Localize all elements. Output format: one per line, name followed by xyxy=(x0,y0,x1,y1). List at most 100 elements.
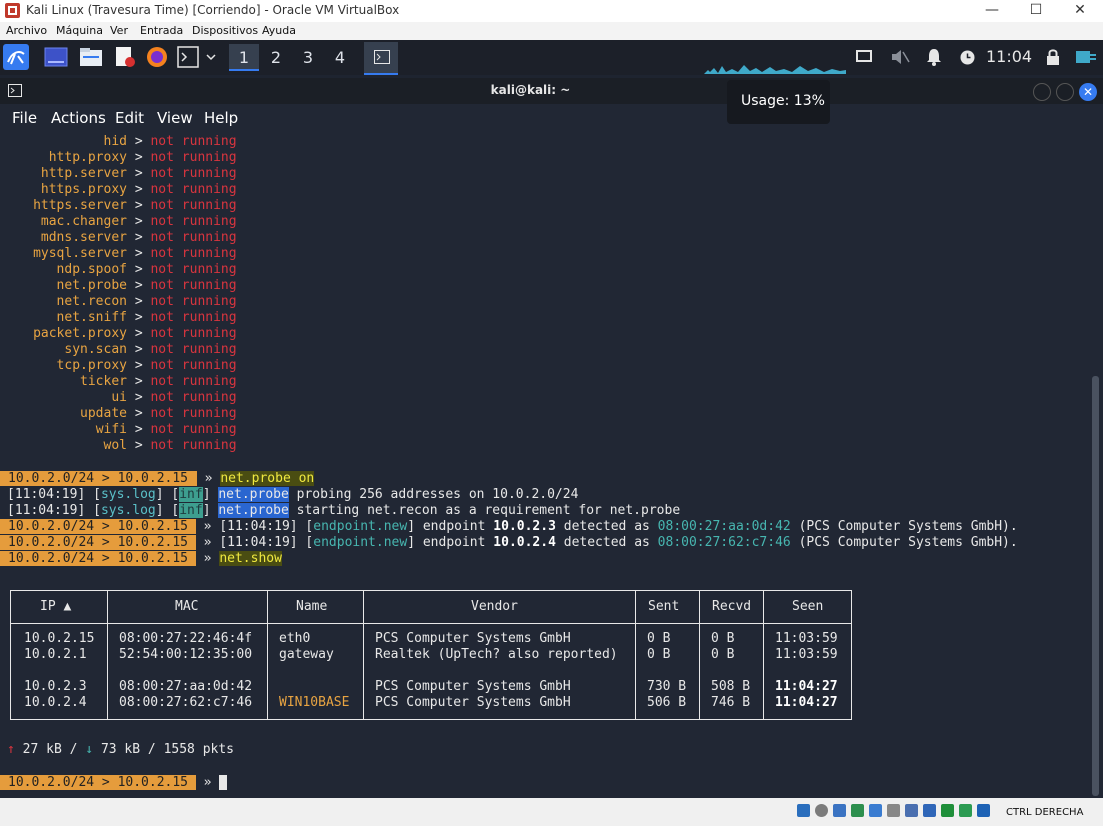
audio-icon[interactable] xyxy=(833,804,846,817)
display-status-icon[interactable] xyxy=(905,804,918,817)
module-status: not running xyxy=(150,278,237,293)
term-menu-help[interactable]: Help xyxy=(204,109,238,127)
cell-sent: 0 B xyxy=(647,631,671,646)
col-name[interactable]: Name xyxy=(296,599,327,614)
display-icon[interactable] xyxy=(856,49,872,65)
menu-maquina[interactable]: Máquina xyxy=(56,24,103,37)
lock-icon[interactable] xyxy=(1045,48,1061,66)
term-menu-actions[interactable]: Actions xyxy=(51,109,106,127)
module-row: http.server > not running xyxy=(0,166,237,182)
menu-ver[interactable]: Ver xyxy=(110,24,128,37)
module-row: mac.changer > not running xyxy=(0,214,237,230)
log-line-2: [11:04:19] [sys.log] [inf] net.probe sta… xyxy=(7,503,681,518)
module-status: not running xyxy=(150,166,237,181)
module-status: not running xyxy=(150,438,237,453)
file-manager-icon[interactable] xyxy=(79,47,103,67)
terminal-title-bar: kali@kali: ~ ✕ xyxy=(0,78,1103,104)
cell-vendor: PCS Computer Systems GmbH xyxy=(375,631,571,646)
network-icon[interactable] xyxy=(851,804,864,817)
module-status: not running xyxy=(150,390,237,405)
terminal-minimize-button[interactable] xyxy=(1033,83,1051,101)
module-row: http.proxy > not running xyxy=(0,150,237,166)
module-row: https.proxy > not running xyxy=(0,182,237,198)
cell-mac: 08:00:27:aa:0d:42 xyxy=(119,679,253,694)
cell-name: WIN10BASE xyxy=(279,695,350,710)
chevron-down-icon[interactable] xyxy=(205,52,217,62)
volume-muted-icon[interactable] xyxy=(890,48,910,66)
module-name: mac.changer xyxy=(40,214,127,229)
mouse-integration-icon[interactable] xyxy=(959,804,972,817)
notification-bell-icon[interactable] xyxy=(926,48,942,66)
close-button[interactable]: ✕ xyxy=(1057,0,1103,22)
terminal-output[interactable]: hid > not running http.proxy > not runnin… xyxy=(0,130,1103,798)
module-status: not running xyxy=(150,198,237,213)
usb-icon[interactable] xyxy=(869,804,882,817)
module-row: net.sniff > not running xyxy=(0,310,237,326)
panel-clock[interactable]: 11:04 xyxy=(986,47,1032,66)
power-icon[interactable] xyxy=(1074,48,1098,66)
workspace-1[interactable]: 1 xyxy=(229,44,259,71)
menu-ayuda[interactable]: Ayuda xyxy=(262,24,296,37)
module-name: net.recon xyxy=(56,294,127,309)
kali-menu-icon[interactable] xyxy=(3,44,29,70)
menu-entrada[interactable]: Entrada xyxy=(140,24,183,37)
text-editor-icon[interactable] xyxy=(114,46,136,68)
cell-vendor: PCS Computer Systems GmbH xyxy=(375,695,571,710)
module-row: ndp.spoof > not running xyxy=(0,262,237,278)
term-menu-edit[interactable]: Edit xyxy=(115,109,144,127)
terminal-close-button[interactable]: ✕ xyxy=(1079,83,1097,101)
current-prompt[interactable]: 10.0.2.0/24 > 10.0.2.15 » xyxy=(0,775,228,791)
terminal-scrollbar[interactable] xyxy=(1092,376,1099,796)
workspace-2[interactable]: 2 xyxy=(261,44,291,71)
module-name: syn.scan xyxy=(64,342,127,357)
workspace-4[interactable]: 4 xyxy=(325,44,355,71)
module-status: not running xyxy=(150,358,237,373)
module-status: not running xyxy=(150,134,237,149)
menu-archivo[interactable]: Archivo xyxy=(6,24,47,37)
module-status: not running xyxy=(150,310,237,325)
col-recvd[interactable]: Recvd xyxy=(712,599,751,614)
shared-folders-icon[interactable] xyxy=(887,804,900,817)
module-row: hid > not running xyxy=(0,134,237,150)
col-seen[interactable]: Seen xyxy=(792,599,823,614)
arrow-up-icon: ↑ xyxy=(7,742,15,757)
term-menu-view[interactable]: View xyxy=(157,109,193,127)
optical-drive-icon[interactable] xyxy=(815,804,828,817)
window-title-bar: Kali Linux (Travesura Time) [Corriendo] … xyxy=(0,0,1103,22)
cell-sent: 506 B xyxy=(647,695,687,710)
hosts-table: IP ▲ MAC Name Vendor Sent Recvd Seen 10.… xyxy=(10,590,852,720)
cell-ip: 10.0.2.3 xyxy=(24,679,87,694)
firefox-icon[interactable] xyxy=(146,46,168,68)
workspace-3[interactable]: 3 xyxy=(293,44,323,71)
col-mac[interactable]: MAC xyxy=(175,599,198,614)
window-title: Kali Linux (Travesura Time) [Corriendo] … xyxy=(26,3,400,17)
menu-dispositivos[interactable]: Dispositivos xyxy=(192,24,258,37)
maximize-button[interactable]: ☐ xyxy=(1013,0,1059,22)
module-name: wifi xyxy=(95,422,127,437)
col-sent[interactable]: Sent xyxy=(648,599,679,614)
module-status: not running xyxy=(150,326,237,341)
cpu-graph-icon[interactable] xyxy=(704,60,846,74)
endpoint-line-2: 10.0.2.0/24 > 10.0.2.15 » [11:04:19] [en… xyxy=(0,535,1018,551)
module-status: not running xyxy=(150,294,237,309)
cpu-status-icon[interactable] xyxy=(941,804,954,817)
col-ip[interactable]: IP ▲ xyxy=(40,599,71,614)
cell-seen: 11:03:59 xyxy=(775,647,838,662)
term-menu-file[interactable]: File xyxy=(12,109,37,127)
module-row: wifi > not running xyxy=(0,422,237,438)
minimize-button[interactable]: — xyxy=(969,0,1015,22)
module-name: http.server xyxy=(40,166,127,181)
recording-icon[interactable] xyxy=(923,804,936,817)
terminal-maximize-button[interactable] xyxy=(1056,83,1074,101)
col-vendor[interactable]: Vendor xyxy=(471,599,518,614)
module-row: wol > not running xyxy=(0,438,237,454)
terminal-launcher-icon[interactable] xyxy=(177,46,199,68)
module-name: ticker xyxy=(80,374,127,389)
taskbar-terminal-button[interactable] xyxy=(364,42,398,75)
vbox-status-bar: CTRL DERECHA xyxy=(0,798,1103,826)
command-line-2: 10.0.2.0/24 > 10.0.2.15 » net.show xyxy=(0,551,282,567)
hard-disk-icon[interactable] xyxy=(797,804,810,817)
host-key-icon[interactable] xyxy=(977,804,990,817)
module-row: mysql.server > not running xyxy=(0,246,237,262)
show-desktop-icon[interactable] xyxy=(44,47,68,67)
